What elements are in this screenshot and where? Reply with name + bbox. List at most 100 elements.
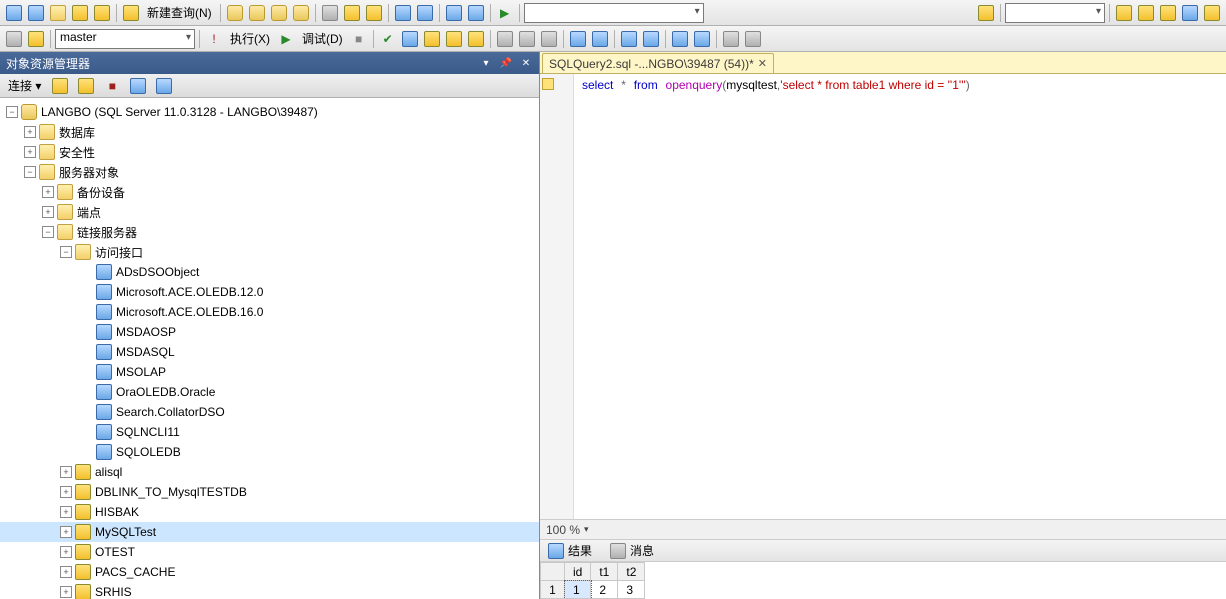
tb-btn[interactable] <box>26 3 46 23</box>
dropdown-icon[interactable]: ▾ <box>479 56 493 70</box>
tree-server[interactable]: −LANGBO (SQL Server 11.0.3128 - LANGBO\3… <box>0 102 539 122</box>
tree-linked-server-item[interactable]: +alisql <box>0 462 539 482</box>
table-row[interactable]: 1 1 2 3 <box>541 581 645 599</box>
tab-results[interactable]: 结果 <box>544 540 596 561</box>
col-header[interactable]: id <box>565 563 591 581</box>
close-icon[interactable]: ✕ <box>758 57 767 70</box>
cell[interactable]: 1 <box>565 581 591 599</box>
editor-tab-active[interactable]: SQLQuery2.sql -...NGBO\39487 (54))* ✕ <box>542 53 774 73</box>
tree-provider[interactable]: SQLOLEDB <box>0 442 539 462</box>
combo[interactable] <box>1005 3 1105 23</box>
col-header[interactable]: t2 <box>618 563 645 581</box>
tb-btn[interactable] <box>444 3 464 23</box>
tb-btn[interactable] <box>539 29 559 49</box>
tb-btn[interactable] <box>466 3 486 23</box>
copy-button[interactable] <box>342 3 362 23</box>
run-button[interactable]: ▶ <box>495 3 515 23</box>
tree-linked-server-item[interactable]: +PACS_CACHE <box>0 562 539 582</box>
tb-btn[interactable] <box>26 29 46 49</box>
collapse-icon[interactable]: − <box>60 246 72 258</box>
tb-btn[interactable] <box>422 29 442 49</box>
tree-databases[interactable]: +数据库 <box>0 122 539 142</box>
object-tree[interactable]: −LANGBO (SQL Server 11.0.3128 - LANGBO\3… <box>0 98 539 599</box>
indent-button[interactable] <box>641 29 661 49</box>
sql-text[interactable]: select * from openquery(mysqltest,'selec… <box>582 76 970 95</box>
tb-btn[interactable] <box>4 3 24 23</box>
expand-icon[interactable]: + <box>42 186 54 198</box>
tb-btn[interactable] <box>153 76 175 96</box>
tb-btn[interactable] <box>495 29 515 49</box>
new-query-button[interactable] <box>121 3 141 23</box>
tb-btn[interactable] <box>517 29 537 49</box>
new-query-label[interactable]: 新建查询(N) <box>143 4 216 21</box>
comment-button[interactable] <box>670 29 690 49</box>
tree-provider[interactable]: ADsDSOObject <box>0 262 539 282</box>
expand-icon[interactable]: + <box>60 586 72 598</box>
expand-icon[interactable]: + <box>60 566 72 578</box>
combo[interactable] <box>524 3 704 23</box>
expand-icon[interactable]: + <box>60 486 72 498</box>
collapse-icon[interactable]: − <box>6 106 18 118</box>
tree-provider[interactable]: Microsoft.ACE.OLEDB.16.0 <box>0 302 539 322</box>
tb-btn[interactable] <box>466 29 486 49</box>
tb-btn[interactable] <box>291 3 311 23</box>
col-header[interactable] <box>541 563 565 581</box>
tree-linked-server-mysqltest[interactable]: +MySQLTest <box>0 522 539 542</box>
parse-button[interactable]: ✔ <box>378 29 398 49</box>
tree-endpoints[interactable]: +端点 <box>0 202 539 222</box>
expand-icon[interactable]: + <box>24 126 36 138</box>
tb-btn[interactable] <box>1202 3 1222 23</box>
expand-icon[interactable]: + <box>24 146 36 158</box>
tree-provider[interactable]: OraOLEDB.Oracle <box>0 382 539 402</box>
tree-access-interfaces[interactable]: −访问接口 <box>0 242 539 262</box>
debug-label[interactable]: 调试(D) <box>298 30 347 47</box>
paste-button[interactable] <box>364 3 384 23</box>
tb-btn[interactable] <box>721 29 741 49</box>
tree-linked-server-item[interactable]: +DBLINK_TO_MysqlTESTDB <box>0 482 539 502</box>
tb-btn[interactable] <box>269 3 289 23</box>
outdent-button[interactable] <box>619 29 639 49</box>
cut-button[interactable] <box>320 3 340 23</box>
tree-provider[interactable]: MSDASQL <box>0 342 539 362</box>
tb-btn[interactable] <box>1136 3 1156 23</box>
tree-provider[interactable]: MSOLAP <box>0 362 539 382</box>
expand-icon[interactable]: + <box>42 206 54 218</box>
tb-btn[interactable] <box>976 3 996 23</box>
tb-btn[interactable] <box>70 3 90 23</box>
tree-backup-devices[interactable]: +备份设备 <box>0 182 539 202</box>
pin-icon[interactable]: 📌 <box>499 56 513 70</box>
col-header[interactable]: t1 <box>591 563 618 581</box>
tb-btn[interactable] <box>444 29 464 49</box>
tb-btn[interactable] <box>127 76 149 96</box>
tree-provider[interactable]: SQLNCLI11 <box>0 422 539 442</box>
indent-left-button[interactable] <box>568 29 588 49</box>
zoom-value[interactable]: 100 % <box>546 523 580 537</box>
tree-provider[interactable]: Microsoft.ACE.OLEDB.12.0 <box>0 282 539 302</box>
expand-icon[interactable]: + <box>60 546 72 558</box>
execute-button[interactable]: ! <box>204 29 224 49</box>
expand-icon[interactable]: + <box>60 526 72 538</box>
sql-editor[interactable]: select * from openquery(mysqltest,'selec… <box>540 74 1226 519</box>
uncomment-button[interactable] <box>692 29 712 49</box>
tb-btn[interactable]: ■ <box>101 76 123 96</box>
tb-btn[interactable] <box>1114 3 1134 23</box>
connect-button[interactable]: 连接 ▾ <box>4 77 45 94</box>
expand-icon[interactable]: + <box>60 466 72 478</box>
tb-btn[interactable] <box>1180 3 1200 23</box>
results-grid[interactable]: id t1 t2 1 1 2 3 <box>540 561 1226 599</box>
tree-linked-server-item[interactable]: +SRHIS <box>0 582 539 599</box>
tree-server-objects[interactable]: −服务器对象 <box>0 162 539 182</box>
cell[interactable]: 2 <box>591 581 618 599</box>
redo-button[interactable] <box>415 3 435 23</box>
collapse-icon[interactable]: − <box>24 166 36 178</box>
tb-btn[interactable] <box>1158 3 1178 23</box>
tb-btn[interactable] <box>49 76 71 96</box>
debug-button[interactable]: ▶ <box>276 29 296 49</box>
tb-btn[interactable] <box>75 76 97 96</box>
chevron-down-icon[interactable]: ▾ <box>584 524 589 535</box>
indent-right-button[interactable] <box>590 29 610 49</box>
tree-linked-server-item[interactable]: +HISBAK <box>0 502 539 522</box>
tb-btn[interactable] <box>247 3 267 23</box>
execute-label[interactable]: 执行(X) <box>226 30 274 47</box>
undo-button[interactable] <box>393 3 413 23</box>
